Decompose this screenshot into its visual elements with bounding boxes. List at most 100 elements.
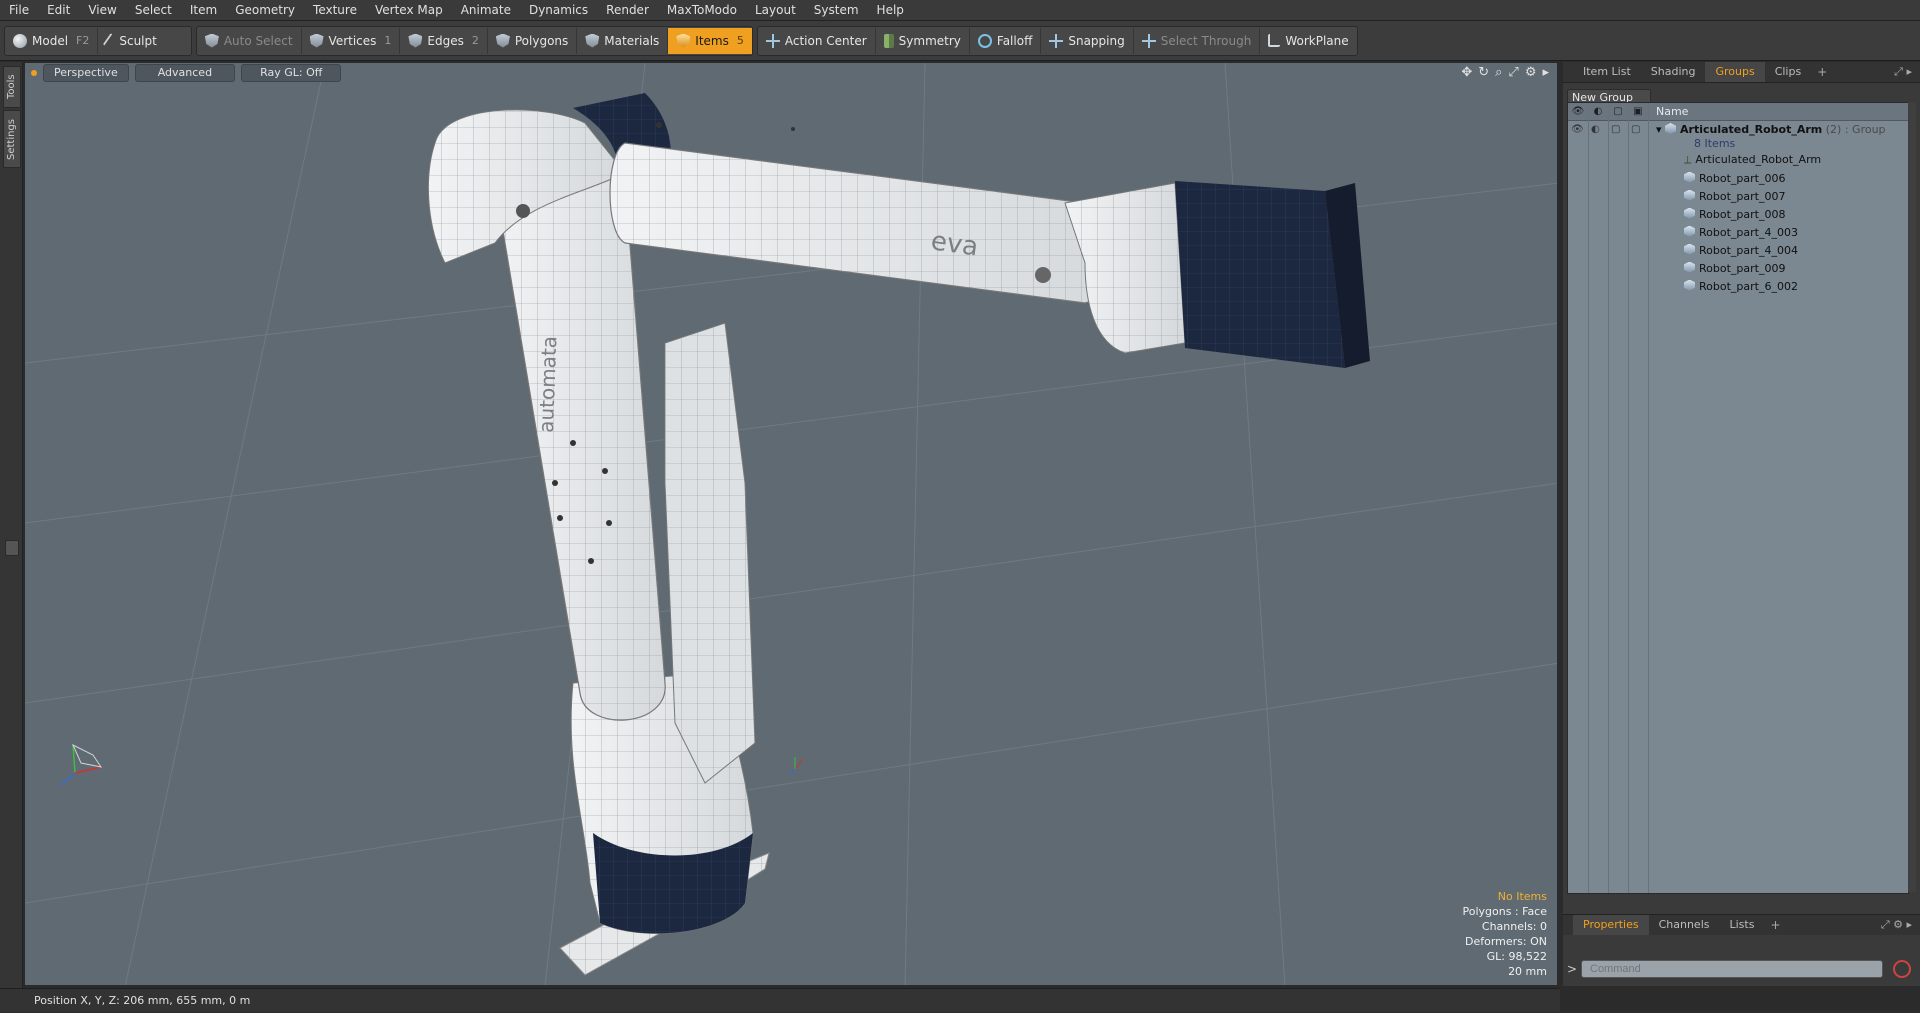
select-toggle-icon[interactable]: ▢	[1631, 124, 1645, 138]
list-item[interactable]: Robot_part_008	[1568, 205, 1908, 223]
menu-texture[interactable]: Texture	[304, 0, 366, 20]
pan-icon[interactable]: ✥	[1461, 65, 1472, 80]
edges-icon	[408, 33, 423, 48]
tree-scrollbar[interactable]	[1908, 102, 1916, 892]
add-tab-icon[interactable]: +	[1770, 918, 1780, 932]
mesh-icon	[1684, 207, 1695, 219]
main-toolbar: Model F2 Sculpt Auto Select Vertices 1 Edg…	[0, 21, 1920, 61]
scene-render: automata eva	[25, 63, 1557, 985]
robot-arm-model[interactable]	[427, 93, 1370, 976]
materials-button[interactable]: Materials	[577, 27, 669, 54]
panel-expand-icon[interactable]: ⤢ ⚙ ▸	[1881, 918, 1912, 932]
viewport-dot-icon	[31, 70, 37, 76]
hud-deformers: Deformers: ON	[1465, 935, 1547, 948]
menu-help[interactable]: Help	[868, 0, 913, 20]
expand-arrow-icon[interactable]: ▾	[1656, 123, 1665, 136]
mesh-icon	[1684, 279, 1695, 291]
tab-groups[interactable]: Groups	[1705, 62, 1765, 82]
visibility-column-icon[interactable]: 👁	[1568, 106, 1588, 117]
menu-file[interactable]: File	[0, 0, 38, 20]
menu-vertex-map[interactable]: Vertex Map	[366, 0, 452, 20]
group-meta: (2) : Group	[1825, 123, 1886, 136]
item-name: Robot_part_4_004	[1699, 243, 1798, 257]
auto-select-label: Auto Select	[223, 33, 293, 48]
menu-layout[interactable]: Layout	[746, 0, 805, 20]
menu-item[interactable]: Item	[181, 0, 226, 20]
hud-gl: GL: 98,522	[1486, 950, 1547, 963]
select-through-label: Select Through	[1160, 33, 1252, 48]
menu-geometry[interactable]: Geometry	[226, 0, 304, 20]
zoom-icon[interactable]: ⌕	[1495, 65, 1502, 80]
menu-dynamics[interactable]: Dynamics	[520, 0, 597, 20]
menu-animate[interactable]: Animate	[452, 0, 520, 20]
menu-select[interactable]: Select	[126, 0, 181, 20]
list-item[interactable]: Robot_part_4_004	[1568, 241, 1908, 259]
tab-tools[interactable]: Tools	[3, 66, 21, 108]
panel-expand-icon[interactable]: ⤢ ▸	[1894, 65, 1912, 79]
list-item[interactable]: ⟂ Articulated_Robot_Arm	[1568, 151, 1908, 169]
tab-properties[interactable]: Properties	[1573, 915, 1649, 935]
panel-collapse-handle[interactable]	[5, 540, 19, 556]
render-toggle-icon[interactable]: ◐	[1591, 124, 1605, 138]
list-item[interactable]: Robot_part_4_003	[1568, 223, 1908, 241]
name-column-header[interactable]: Name	[1656, 105, 1688, 118]
gear-icon[interactable]: ⚙	[1525, 65, 1537, 80]
vertices-shortcut: 1	[384, 34, 392, 47]
vertices-button[interactable]: Vertices 1	[302, 27, 401, 54]
items-button[interactable]: Items 5	[668, 27, 752, 54]
shading-dropdown[interactable]: Advanced	[134, 64, 236, 82]
tab-clips[interactable]: Clips	[1765, 62, 1812, 82]
tab-settings[interactable]: Settings	[3, 110, 21, 168]
polygons-button[interactable]: Polygons	[488, 27, 578, 54]
lock-toggle-icon[interactable]: ▢	[1611, 124, 1625, 138]
item-label: Robot_part_006	[1684, 171, 1785, 185]
list-item[interactable]: Robot_part_006	[1568, 169, 1908, 187]
properties-tabs: Properties Channels Lists + ⤢ ⚙ ▸	[1563, 914, 1920, 935]
model-shortcut: F2	[76, 34, 90, 47]
edges-button[interactable]: Edges 2	[400, 27, 488, 54]
list-item[interactable]: Robot_part_009	[1568, 259, 1908, 277]
3d-viewport[interactable]: automata eva Perspective Advanced Ray GL…	[24, 62, 1558, 986]
command-input[interactable]	[1581, 960, 1883, 978]
menu-view[interactable]: View	[79, 0, 125, 20]
group-count: 8 Items	[1694, 137, 1736, 150]
maximize-icon[interactable]: ⤢	[1508, 65, 1518, 80]
arrow-right-icon[interactable]: ▸	[1542, 65, 1549, 80]
tab-lists[interactable]: Lists	[1720, 915, 1765, 935]
menu-edit[interactable]: Edit	[38, 0, 79, 20]
list-item[interactable]: Robot_part_007	[1568, 187, 1908, 205]
sculpt-button[interactable]: Sculpt	[98, 28, 190, 54]
menu-render[interactable]: Render	[597, 0, 658, 20]
view-mode-dropdown[interactable]: Perspective	[43, 64, 129, 82]
auto-select-button[interactable]: Auto Select	[197, 27, 302, 54]
item-label: Robot_part_007	[1684, 189, 1785, 203]
tab-channels[interactable]: Channels	[1649, 915, 1720, 935]
menu-system[interactable]: System	[805, 0, 868, 20]
eye-icon[interactable]: 👁	[1571, 124, 1585, 138]
action-center-button[interactable]: Action Center	[758, 27, 876, 54]
falloff-button[interactable]: Falloff	[970, 27, 1042, 54]
command-history-icon[interactable]	[1893, 960, 1911, 978]
tab-item-list[interactable]: Item List	[1573, 62, 1641, 82]
model-button[interactable]: Model F2	[5, 27, 99, 54]
render-column-icon[interactable]: ◐	[1588, 106, 1608, 117]
menu-maxtomodo[interactable]: MaxToModo	[658, 0, 746, 20]
item-label: Robot_part_4_003	[1684, 225, 1798, 239]
sculpt-label: Sculpt	[119, 33, 157, 48]
rotate-icon[interactable]: ↻	[1478, 65, 1489, 80]
symmetry-button[interactable]: Symmetry	[876, 27, 970, 54]
raygl-dropdown[interactable]: Ray GL: Off	[241, 64, 342, 82]
tree-column-icons: 👁 ◐ ▢ ▣	[1568, 106, 1664, 117]
group-row[interactable]: 👁 ◐ ▢ ▢ ▾ Articulated_Robot_Arm (2) : Gr…	[1568, 121, 1908, 151]
add-tab-icon[interactable]: +	[1817, 65, 1827, 79]
list-item[interactable]: Robot_part_6_002	[1568, 277, 1908, 295]
lock-column-icon[interactable]: ▢	[1608, 106, 1628, 117]
workplane-button[interactable]: WorkPlane	[1260, 28, 1356, 54]
edges-shortcut: 2	[471, 34, 479, 47]
model-label: Model	[32, 33, 69, 48]
select-through-button[interactable]: Select Through	[1134, 27, 1261, 54]
tab-shading[interactable]: Shading	[1641, 62, 1706, 82]
materials-icon	[585, 33, 600, 48]
select-column-icon[interactable]: ▣	[1628, 106, 1648, 117]
snapping-button[interactable]: Snapping	[1041, 27, 1134, 54]
